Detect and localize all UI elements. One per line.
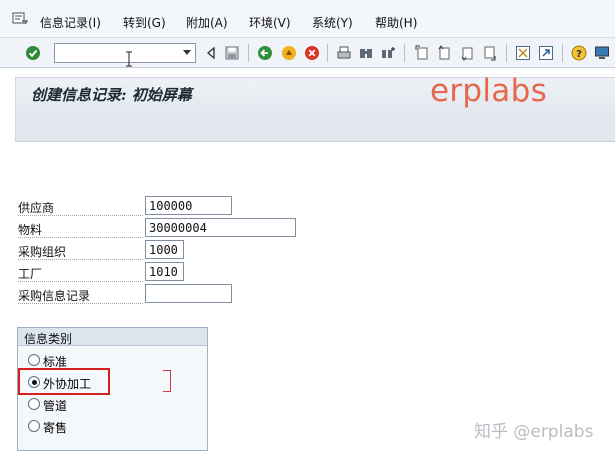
next-page-icon (461, 47, 473, 61)
exit-button[interactable] (280, 44, 298, 62)
help-button[interactable]: ? (570, 44, 588, 62)
vendor-label: 供应商 (18, 201, 55, 215)
toolbar-separator (404, 44, 405, 62)
find-next-button[interactable] (379, 44, 397, 62)
menu-goto[interactable]: 转到(G) (123, 14, 166, 31)
next-page-button[interactable] (458, 44, 476, 62)
vendor-input[interactable] (145, 196, 232, 215)
monitor-icon (595, 46, 609, 59)
back-button[interactable] (256, 44, 274, 62)
svg-text:?: ? (576, 49, 582, 60)
save-icon (225, 46, 239, 60)
binoculars-plus-icon (382, 47, 395, 58)
print-button[interactable] (335, 44, 353, 62)
new-session-icon (516, 46, 530, 60)
toolbar-separator (562, 44, 563, 62)
first-page-icon (415, 45, 428, 60)
find-button[interactable] (357, 44, 375, 62)
previous-page-icon (438, 45, 450, 60)
collapse-command-button[interactable] (202, 44, 220, 62)
help-icon: ? (571, 45, 587, 61)
menu-extras[interactable]: 附加(A) (186, 14, 228, 31)
previous-page-button[interactable] (435, 44, 453, 62)
label-underline (18, 237, 143, 238)
binoculars-icon (360, 49, 372, 58)
toolbar-separator (506, 44, 507, 62)
first-page-button[interactable] (413, 44, 431, 62)
label-underline (18, 215, 143, 216)
print-icon (337, 46, 351, 59)
plant-label: 工厂 (18, 267, 43, 281)
menu-bar: 信息记录(I) 转到(G) 附加(A) 环境(V) 系统(Y) 帮助(H) (0, 0, 615, 38)
last-page-icon (484, 46, 496, 61)
radio-button[interactable] (28, 354, 40, 366)
plant-input[interactable] (145, 262, 184, 281)
exit-icon (282, 46, 296, 60)
purchasing-org-input[interactable] (145, 240, 184, 259)
toolbar-separator (248, 44, 249, 62)
toolbar-separator (327, 44, 328, 62)
shortcut-icon (539, 46, 553, 60)
menu-help[interactable]: 帮助(H) (375, 14, 417, 31)
enter-button[interactable] (24, 44, 42, 62)
cancel-button[interactable] (303, 44, 321, 62)
cancel-icon (305, 46, 319, 60)
purchasing-org-label: 采购组织 (18, 245, 67, 259)
label-underline (18, 281, 143, 282)
label-underline (18, 303, 143, 304)
standard-toolbar: ? (0, 38, 615, 68)
label-underline (18, 259, 143, 260)
menu-info-record[interactable]: 信息记录(I) (40, 14, 101, 31)
text-cursor-icon (126, 51, 132, 67)
menu-environment[interactable]: 环境(V) (249, 14, 291, 31)
checkmark-icon (26, 46, 40, 60)
last-page-button[interactable] (481, 44, 499, 62)
radio-label: 寄售 (43, 421, 68, 435)
highlight-annotation (18, 368, 110, 395)
group-title: 信息类别 (24, 332, 73, 346)
triangle-left-icon (206, 46, 215, 60)
system-menu-icon[interactable] (12, 12, 28, 26)
menu-system[interactable]: 系统(Y) (312, 14, 353, 31)
shortcut-button[interactable] (537, 44, 555, 62)
create-session-button[interactable] (514, 44, 532, 62)
bracket-annotation (163, 370, 171, 392)
page-title: 创建信息记录: 初始屏幕 (31, 86, 192, 104)
info-record-input[interactable] (145, 284, 232, 303)
dropdown-arrow-icon[interactable] (183, 50, 191, 55)
back-arrow-icon (258, 46, 272, 60)
material-label: 物料 (18, 223, 43, 237)
application-toolbar (15, 109, 615, 142)
material-input[interactable] (145, 218, 296, 237)
radio-label: 管道 (43, 399, 68, 413)
radio-button[interactable] (28, 398, 40, 410)
info-record-label: 采购信息记录 (18, 289, 91, 303)
command-input[interactable] (55, 44, 175, 62)
customize-layout-button[interactable] (593, 44, 611, 62)
save-button[interactable] (223, 44, 241, 62)
group-header: 信息类别 (18, 328, 207, 346)
brand-watermark: erplabs (430, 73, 548, 109)
radio-button[interactable] (28, 420, 40, 432)
credit-watermark: 知乎 @erplabs (474, 422, 594, 442)
